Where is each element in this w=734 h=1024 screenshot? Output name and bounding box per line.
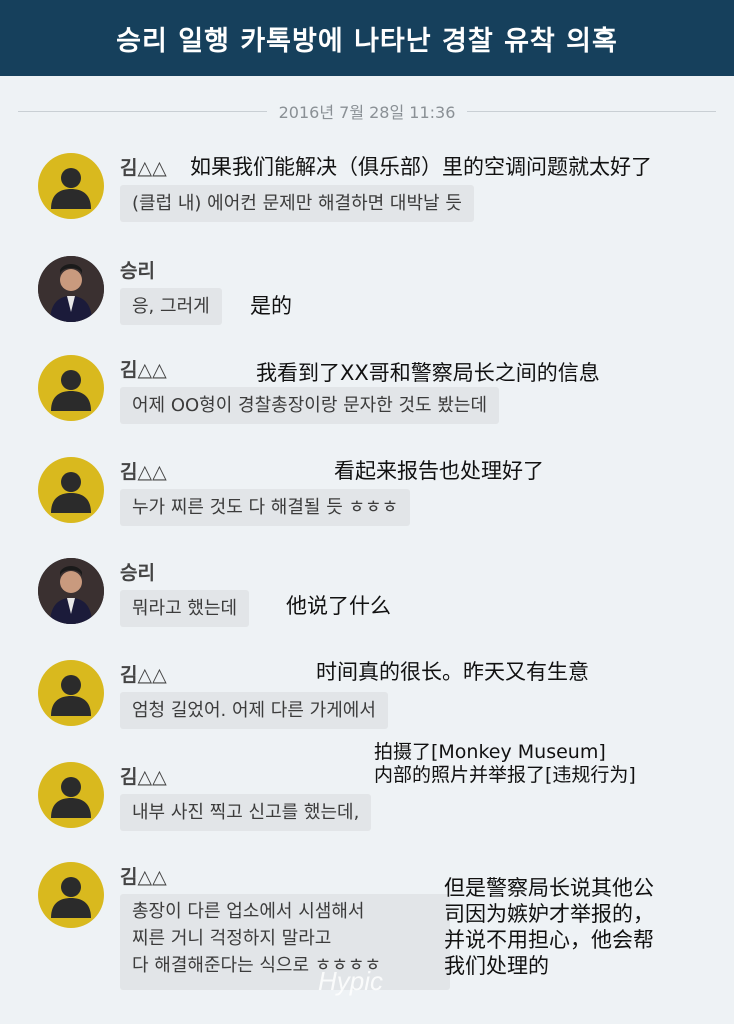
message-bubble: 어제 OO형이 경찰총장이랑 문자한 것도 봤는데 xyxy=(120,387,500,424)
default-avatar-icon[interactable] xyxy=(38,355,104,421)
watermark: Hypic xyxy=(318,966,384,996)
default-avatar-icon[interactable] xyxy=(38,660,104,726)
message-line: 찌른 거니 걱정하지 말라고 xyxy=(132,928,332,949)
sender-name: 김△△ xyxy=(120,157,167,179)
translation-text: 时间真的很长。昨天又有生意 xyxy=(316,660,589,684)
translation-line: 拍摄了[Monkey Museum] xyxy=(374,741,606,763)
translation-line: 并说不用担心，他会帮 xyxy=(444,928,654,952)
translation-line: 但是警察局长说其他公 xyxy=(444,876,654,900)
sender-name: 김△△ xyxy=(120,359,167,381)
translation-text: 他说了什么 xyxy=(286,594,391,618)
translation-text: 我看到了XX哥和警察局长之间的信息 xyxy=(256,361,600,385)
translation-text: 是的 xyxy=(250,294,292,318)
message-bubble: 총장이 다른 업소에서 시샘해서 찌른 거니 걱정하지 말라고 다 해결해준다는… xyxy=(120,894,450,990)
sender-name: 승리 xyxy=(120,260,155,282)
default-avatar-icon[interactable] xyxy=(38,153,104,219)
divider-line-right xyxy=(467,110,717,112)
message-bubble: 누가 찌른 것도 다 해결될 듯 ㅎㅎㅎ xyxy=(120,489,411,526)
sender-name: 김△△ xyxy=(120,866,167,888)
message-line: 다 해결해준다는 식으로 ㅎㅎㅎㅎ xyxy=(132,955,382,976)
message-bubble: 응, 그러게 xyxy=(120,288,222,325)
article-title: 승리 일행 카톡방에 나타난 경찰 유착 의혹 xyxy=(0,0,734,76)
default-avatar-icon[interactable] xyxy=(38,862,104,928)
translation-line: 内部的照片并举报了[违规行为] xyxy=(374,764,636,786)
message-bubble: 내부 사진 찍고 신고를 했는데, xyxy=(120,794,372,831)
message-date: 2016년 7월 28일 11:36 xyxy=(278,103,456,122)
translation-line: 我们处理的 xyxy=(444,954,549,978)
message-bubble: (클럽 내) 에어컨 문제만 해결하면 대박날 듯 xyxy=(120,185,474,222)
date-divider: 2016년 7월 28일 11:36 xyxy=(18,98,717,124)
profile-photo-avatar[interactable] xyxy=(38,256,104,322)
translation-text: 如果我们能解决（俱乐部）里的空调问题就太好了 xyxy=(190,155,652,179)
message-bubble: 뭐라고 했는데 xyxy=(120,590,250,627)
translation-line: 司因为嫉妒才举报的， xyxy=(444,902,654,926)
divider-line-left xyxy=(18,110,267,112)
default-avatar-icon[interactable] xyxy=(38,762,104,828)
profile-photo-avatar[interactable] xyxy=(38,558,104,624)
translation-text: 看起来报告也处理好了 xyxy=(334,459,544,483)
sender-name: 김△△ xyxy=(120,461,167,483)
sender-name: 승리 xyxy=(120,562,155,584)
message-bubble: 엄청 길었어. 어제 다른 가게에서 xyxy=(120,692,388,729)
message-line: 총장이 다른 업소에서 시샘해서 xyxy=(132,901,365,922)
sender-name: 김△△ xyxy=(120,664,167,686)
sender-name: 김△△ xyxy=(120,766,167,788)
default-avatar-icon[interactable] xyxy=(38,457,104,523)
